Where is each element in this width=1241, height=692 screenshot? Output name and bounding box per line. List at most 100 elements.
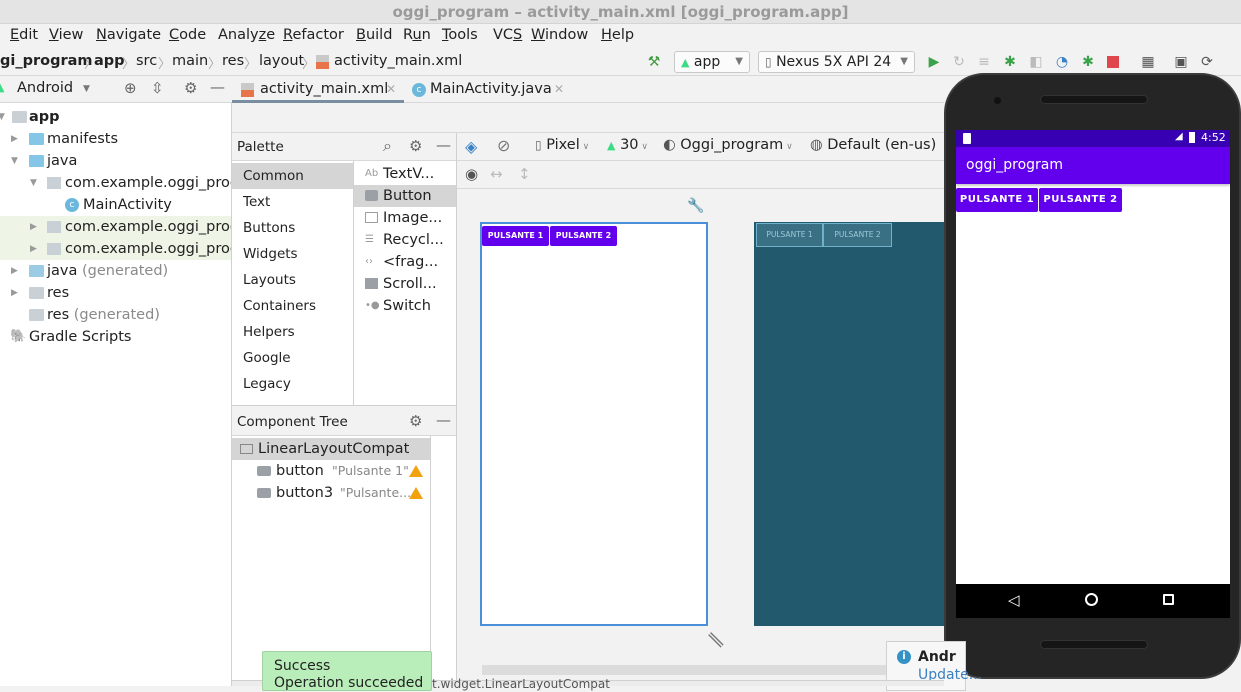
sync-gradle-icon[interactable]: ⟳ <box>1199 54 1215 70</box>
layers-icon[interactable]: ◈ <box>465 137 477 156</box>
breadcrumb-main[interactable]: main <box>172 53 208 69</box>
palette-category-google[interactable]: Google <box>232 345 353 371</box>
orientation-icon[interactable]: ⊘ <box>497 136 510 155</box>
minimize-icon[interactable]: — <box>436 136 451 154</box>
component-button[interactable]: button "Pulsante 1" <box>232 460 430 482</box>
gear-icon[interactable]: ⚙ <box>184 79 197 97</box>
palette-item-switch[interactable]: •● Switch <box>354 295 456 317</box>
tree-item-app[interactable]: ▼ app <box>0 106 231 128</box>
tab-mainactivity-java[interactable]: c MainActivity.java ✕ <box>404 76 574 103</box>
apply-changes-icon[interactable]: ↻ <box>951 54 967 70</box>
tree-item-res-generated[interactable]: res (generated) <box>0 304 231 326</box>
palette-item-scrollview[interactable]: Scroll... <box>354 273 456 295</box>
expand-arrow-icon[interactable]: ▶ <box>30 216 37 238</box>
tree-item-res[interactable]: ▶ res <box>0 282 231 304</box>
palette-category-text[interactable]: Text <box>232 189 353 215</box>
locate-icon[interactable]: ⊕ <box>124 79 137 97</box>
tree-item-gradle-scripts[interactable]: 🐘 Gradle Scripts <box>0 326 231 348</box>
hammer-build-icon[interactable]: ⚒ <box>646 54 662 70</box>
search-icon[interactable]: ⌕ <box>383 136 392 156</box>
menu-window[interactable]: Window <box>531 27 588 43</box>
palette-category-legacy[interactable]: Legacy <box>232 371 353 397</box>
collapse-all-icon[interactable]: ⇳ <box>151 79 164 97</box>
tree-item-package-androidtest[interactable]: ▶ com.example.oggi_prog <box>0 238 231 260</box>
menu-navigate[interactable]: Navigate <box>96 27 161 43</box>
tree-item-package[interactable]: ▼ com.example.oggi_prog <box>0 172 231 194</box>
stop-icon[interactable] <box>1107 56 1119 68</box>
tree-item-java-generated[interactable]: ▶ java (generated) <box>0 260 231 282</box>
menu-edit[interactable]: Edit <box>10 27 38 43</box>
palette-item-imageview[interactable]: Image... <box>354 207 456 229</box>
terminal-icon[interactable]: ▣ <box>1173 54 1189 70</box>
tab-activity-main-xml[interactable]: activity_main.xml ✕ <box>232 76 404 103</box>
expand-arrow-icon[interactable]: ▶ <box>11 282 18 304</box>
horizontal-scrollbar[interactable] <box>482 665 952 675</box>
app-button-pulsante-1[interactable]: PULSANTE 1 <box>956 188 1038 212</box>
design-canvas[interactable]: 🔧 PULSANTE 1 PULSANTE 2 ∥ PULSANTE 1 PUL… <box>457 189 954 686</box>
api-level-select[interactable]: ▲ 30 ∨ <box>607 137 648 153</box>
tree-item-java[interactable]: ▼ java <box>0 150 231 172</box>
palette-category-widgets[interactable]: Widgets <box>232 241 353 267</box>
expand-arrow-icon[interactable]: ▶ <box>11 260 18 282</box>
apply-code-changes-icon[interactable]: ≡ <box>976 54 992 70</box>
tree-item-mainactivity[interactable]: c MainActivity <box>0 194 231 216</box>
back-icon[interactable]: ◁ <box>1008 591 1020 609</box>
expand-arrow-icon[interactable]: ▼ <box>0 106 5 128</box>
attach-debugger-icon[interactable]: ✱ <box>1080 54 1096 70</box>
blueprint-preview[interactable]: PULSANTE 1 PULSANTE 2 <box>754 222 954 626</box>
breadcrumb-app[interactable]: app <box>94 53 125 69</box>
menu-build[interactable]: Build <box>356 27 392 43</box>
horizontal-resize-icon[interactable]: ↔ <box>490 165 503 183</box>
palette-category-containers[interactable]: Containers <box>232 293 353 319</box>
palette-item-button[interactable]: Button <box>354 185 456 207</box>
tree-item-package-test[interactable]: ▶ com.example.oggi_prog <box>0 216 231 238</box>
profiler-icon[interactable]: ◔ <box>1054 54 1070 70</box>
device-select[interactable]: ▯ Nexus 5X API 24 ▼ <box>758 51 915 73</box>
breadcrumb-src[interactable]: src <box>136 53 157 69</box>
palette-category-common[interactable]: Common <box>232 163 353 189</box>
minimize-icon[interactable]: — <box>210 78 225 96</box>
palette-category-helpers[interactable]: Helpers <box>232 319 353 345</box>
gear-icon[interactable]: ⚙ <box>409 137 422 155</box>
design-preview[interactable]: PULSANTE 1 PULSANTE 2 <box>480 222 708 626</box>
palette-item-fragment[interactable]: ‹› <frag... <box>354 251 456 273</box>
warning-icon[interactable] <box>409 465 423 477</box>
palette-item-recyclerview[interactable]: ☰ Recycl... <box>354 229 456 251</box>
warning-icon[interactable] <box>409 487 423 499</box>
expand-arrow-icon[interactable]: ▶ <box>11 128 18 150</box>
breadcrumb-file[interactable]: activity_main.xml <box>334 53 462 69</box>
menu-code[interactable]: Code <box>169 27 206 43</box>
recents-icon[interactable] <box>1163 594 1174 605</box>
breadcrumb-layout[interactable]: layout <box>259 53 304 69</box>
component-button3[interactable]: button3 "Pulsante... <box>232 482 430 504</box>
minimize-icon[interactable]: — <box>436 411 451 429</box>
close-tab-icon[interactable]: ✕ <box>386 76 396 103</box>
menu-help[interactable]: Help <box>601 27 634 43</box>
breadcrumb-project[interactable]: gi_program <box>0 53 93 69</box>
design-button-1[interactable]: PULSANTE 1 <box>482 226 549 246</box>
gear-icon[interactable]: ⚙ <box>409 412 422 430</box>
breadcrumb-res[interactable]: res <box>222 53 244 69</box>
blueprint-button-2[interactable]: PULSANTE 2 <box>823 223 892 247</box>
palette-category-buttons[interactable]: Buttons <box>232 215 353 241</box>
run-config-select[interactable]: ▲ app ▼ <box>674 51 750 73</box>
menu-analyze[interactable]: Analyze <box>218 27 275 43</box>
home-icon[interactable] <box>1085 593 1098 606</box>
app-button-pulsante-2[interactable]: PULSANTE 2 <box>1039 188 1122 212</box>
component-root-linearlayout[interactable]: LinearLayoutCompat <box>232 438 430 460</box>
theme-select[interactable]: ◐ Oggi_program ∨ <box>663 137 793 153</box>
resize-handle-icon[interactable]: ∥ <box>705 629 726 650</box>
palette-category-layouts[interactable]: Layouts <box>232 267 353 293</box>
wrench-icon[interactable]: 🔧 <box>687 198 704 214</box>
collapse-arrow-icon[interactable]: ▼ <box>11 150 18 172</box>
expand-arrow-icon[interactable]: ▶ <box>30 238 37 260</box>
run-icon[interactable]: ▶ <box>926 54 942 70</box>
project-view-select[interactable]: Android <box>17 80 73 96</box>
menu-view[interactable]: View <box>49 27 83 43</box>
chevron-down-icon[interactable]: ▼ <box>83 84 90 94</box>
menu-vcs[interactable]: VCS <box>493 27 522 43</box>
vertical-resize-icon[interactable]: ↕ <box>518 165 531 183</box>
blueprint-button-1[interactable]: PULSANTE 1 <box>756 223 823 247</box>
success-toast[interactable]: Success Operation succeeded <box>262 651 432 691</box>
close-tab-icon[interactable]: ✕ <box>554 76 564 103</box>
